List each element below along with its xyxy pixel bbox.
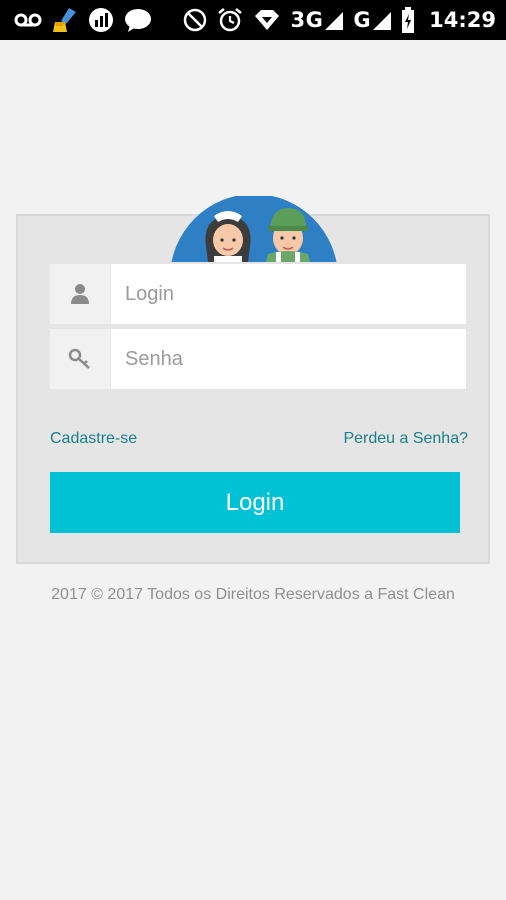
chat-icon [124, 7, 152, 33]
key-icon [50, 329, 111, 389]
password-field-row [50, 329, 466, 389]
alarm-icon [217, 7, 243, 33]
login-input[interactable] [111, 264, 466, 324]
footer-copyright: 2017 © 2017 Todos os Direitos Reservados… [51, 586, 455, 603]
cleaners-avatar-logo [168, 196, 340, 262]
signal-icon [325, 10, 344, 30]
login-button[interactable]: Login [50, 472, 460, 533]
forgot-password-link[interactable]: Perdeu a Senha? [343, 430, 468, 448]
network-g-label: G [353, 8, 372, 32]
signal-icon-2 [373, 10, 392, 30]
login-field-row [50, 264, 466, 324]
status-bar: 3G G 14:29 [0, 0, 506, 40]
register-link[interactable]: Cadastre-se [50, 430, 137, 448]
status-bar-right: 3G G 14:29 [183, 7, 496, 33]
password-input[interactable] [111, 329, 466, 389]
user-icon [50, 264, 111, 324]
login-card: Cadastre-se Perdeu a Senha? Login [16, 196, 490, 564]
battery-icon [401, 7, 415, 33]
cleaner-app-icon [52, 6, 78, 34]
stats-icon [88, 7, 114, 33]
do-not-disturb-icon [183, 8, 207, 32]
clock: 14:29 [429, 8, 496, 32]
wifi-diamond-icon [253, 8, 281, 32]
status-bar-left [14, 6, 152, 34]
network-3g-label: 3G [290, 8, 324, 32]
voicemail-icon [14, 12, 42, 28]
